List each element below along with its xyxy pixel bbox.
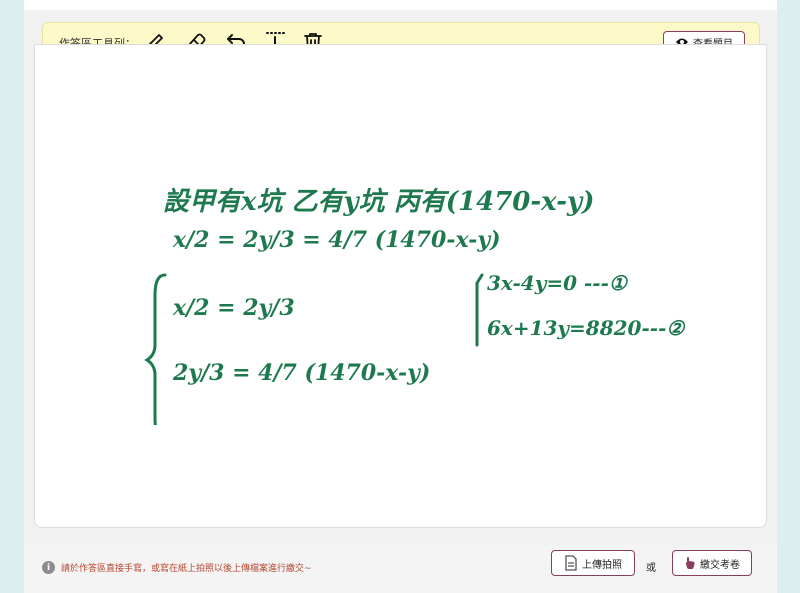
notice-text: 請於作答區直接手寫，或寫在紙上拍照以後上傳檔案進行繳交~ [61,564,312,574]
hw-line-1: 設甲有x坑 乙有y坑 丙有(1470-x-y) [163,187,594,217]
or-separator: 或 [646,563,656,574]
left-brace [144,273,167,425]
footer-bar: i 請於作答區直接手寫，或寫在紙上拍照以後上傳檔案進行繳交~ 上傳拍照 或 繳交… [24,545,777,593]
right-brace [475,273,484,347]
answer-canvas[interactable]: 設甲有x坑 乙有y坑 丙有(1470-x-y) x/2 = 2y/3 = 4/7… [34,44,767,528]
upload-photo-label: 上傳拍照 [582,559,622,571]
hw-line-6: 6x+13y=8820---② [487,316,685,340]
hw-line-4: 2y/3 = 4/7 (1470-x-y) [172,360,430,386]
handwriting-layer: 設甲有x坑 乙有y坑 丙有(1470-x-y) x/2 = 2y/3 = 4/7… [144,187,685,425]
upload-photo-button[interactable]: 上傳拍照 [551,550,635,576]
hw-line-3: x/2 = 2y/3 [172,295,295,321]
submit-exam-label: 繳交考卷 [700,559,740,571]
upload-notice: i 請於作答區直接手寫，或寫在紙上拍照以後上傳檔案進行繳交~ [42,561,312,574]
hw-line-2: x/2 = 2y/3 = 4/7 (1470-x-y) [172,227,501,253]
info-icon: i [42,561,55,574]
top-strip [24,0,777,10]
submit-exam-button[interactable]: 繳交考卷 [672,550,752,576]
exam-frame: 作答區工具列： [24,0,777,593]
hand-submit-icon [685,557,695,569]
hw-line-5: 3x-4y=0 ---① [487,271,629,295]
document-upload-icon [565,555,577,571]
